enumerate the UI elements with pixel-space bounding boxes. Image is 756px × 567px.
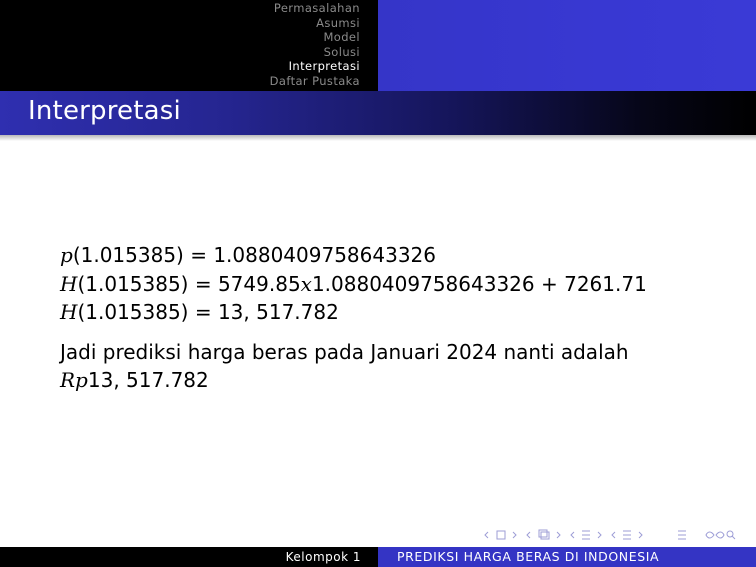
footer: Kelompok 1 PREDIKSI HARGA BERAS DI INDON…	[0, 547, 756, 567]
frame-title: Interpretasi	[28, 96, 181, 126]
equation-p-fn: p	[60, 243, 73, 267]
equation-h-formula-fn: H	[60, 271, 78, 296]
nav-item-interpretasi[interactable]: Interpretasi	[270, 59, 360, 74]
header-right-panel	[378, 0, 756, 91]
slide-content: p(1.015385) = 1.0880409758643326 H(1.015…	[60, 241, 647, 394]
nav-item-permasalahan[interactable]: Permasalahan	[270, 1, 360, 16]
equation-p-rest: (1.015385) = 1.0880409758643326	[72, 243, 436, 267]
section-nav-icon[interactable]	[570, 530, 602, 540]
conclusion-value: 13, 517.782	[87, 367, 209, 392]
equation-h-result-rest: (1.015385) = 13, 517.782	[77, 300, 339, 324]
conclusion-paragraph: Jadi prediksi harga beras pada Januari 2…	[60, 338, 647, 394]
nav-item-model[interactable]: Model	[270, 30, 360, 45]
equation-h-formula: H(1.015385) = 5749.85x1.0880409758643326…	[60, 270, 647, 299]
conclusion-line-2: Rp13, 517.782	[60, 366, 647, 394]
header: Permasalahan Asumsi Model Solusi Interpr…	[0, 0, 756, 91]
equation-p: p(1.015385) = 1.0880409758643326	[60, 241, 647, 270]
equation-h-result-fn: H	[60, 300, 78, 324]
search-icon[interactable]	[705, 530, 736, 540]
equation-h-formula-mid: (1.015385) = 5749.85	[77, 271, 301, 296]
frame-nav-icon[interactable]	[484, 530, 517, 540]
subsection-nav-icon[interactable]	[526, 529, 561, 540]
header-nav-panel: Permasalahan Asumsi Model Solusi Interpr…	[0, 0, 378, 91]
frame-title-bar: Interpretasi	[0, 91, 756, 135]
equation-h-formula-var: x	[300, 271, 312, 296]
footer-title: PREDIKSI HARGA BERAS DI INDONESIA	[378, 547, 756, 567]
align-icon[interactable]	[678, 530, 686, 540]
nav-item-daftar-pustaka[interactable]: Daftar Pustaka	[270, 74, 360, 89]
section-nav: Permasalahan Asumsi Model Solusi Interpr…	[270, 1, 360, 89]
conclusion-line-1: Jadi prediksi harga beras pada Januari 2…	[60, 339, 629, 364]
conclusion-currency: Rp	[60, 367, 88, 392]
equation-h-result: H(1.015385) = 13, 517.782	[60, 298, 647, 327]
slide: Permasalahan Asumsi Model Solusi Interpr…	[0, 0, 756, 567]
nav-item-solusi[interactable]: Solusi	[270, 45, 360, 60]
footer-author: Kelompok 1	[0, 547, 378, 567]
presentation-nav-icon[interactable]	[611, 530, 643, 540]
equation-h-formula-rest: 1.0880409758643326 + 7261.71	[311, 271, 647, 296]
beamer-nav-symbols	[484, 528, 756, 542]
title-shadow	[0, 135, 756, 141]
nav-item-asumsi[interactable]: Asumsi	[270, 16, 360, 31]
nav-symbols-svg	[484, 529, 736, 540]
